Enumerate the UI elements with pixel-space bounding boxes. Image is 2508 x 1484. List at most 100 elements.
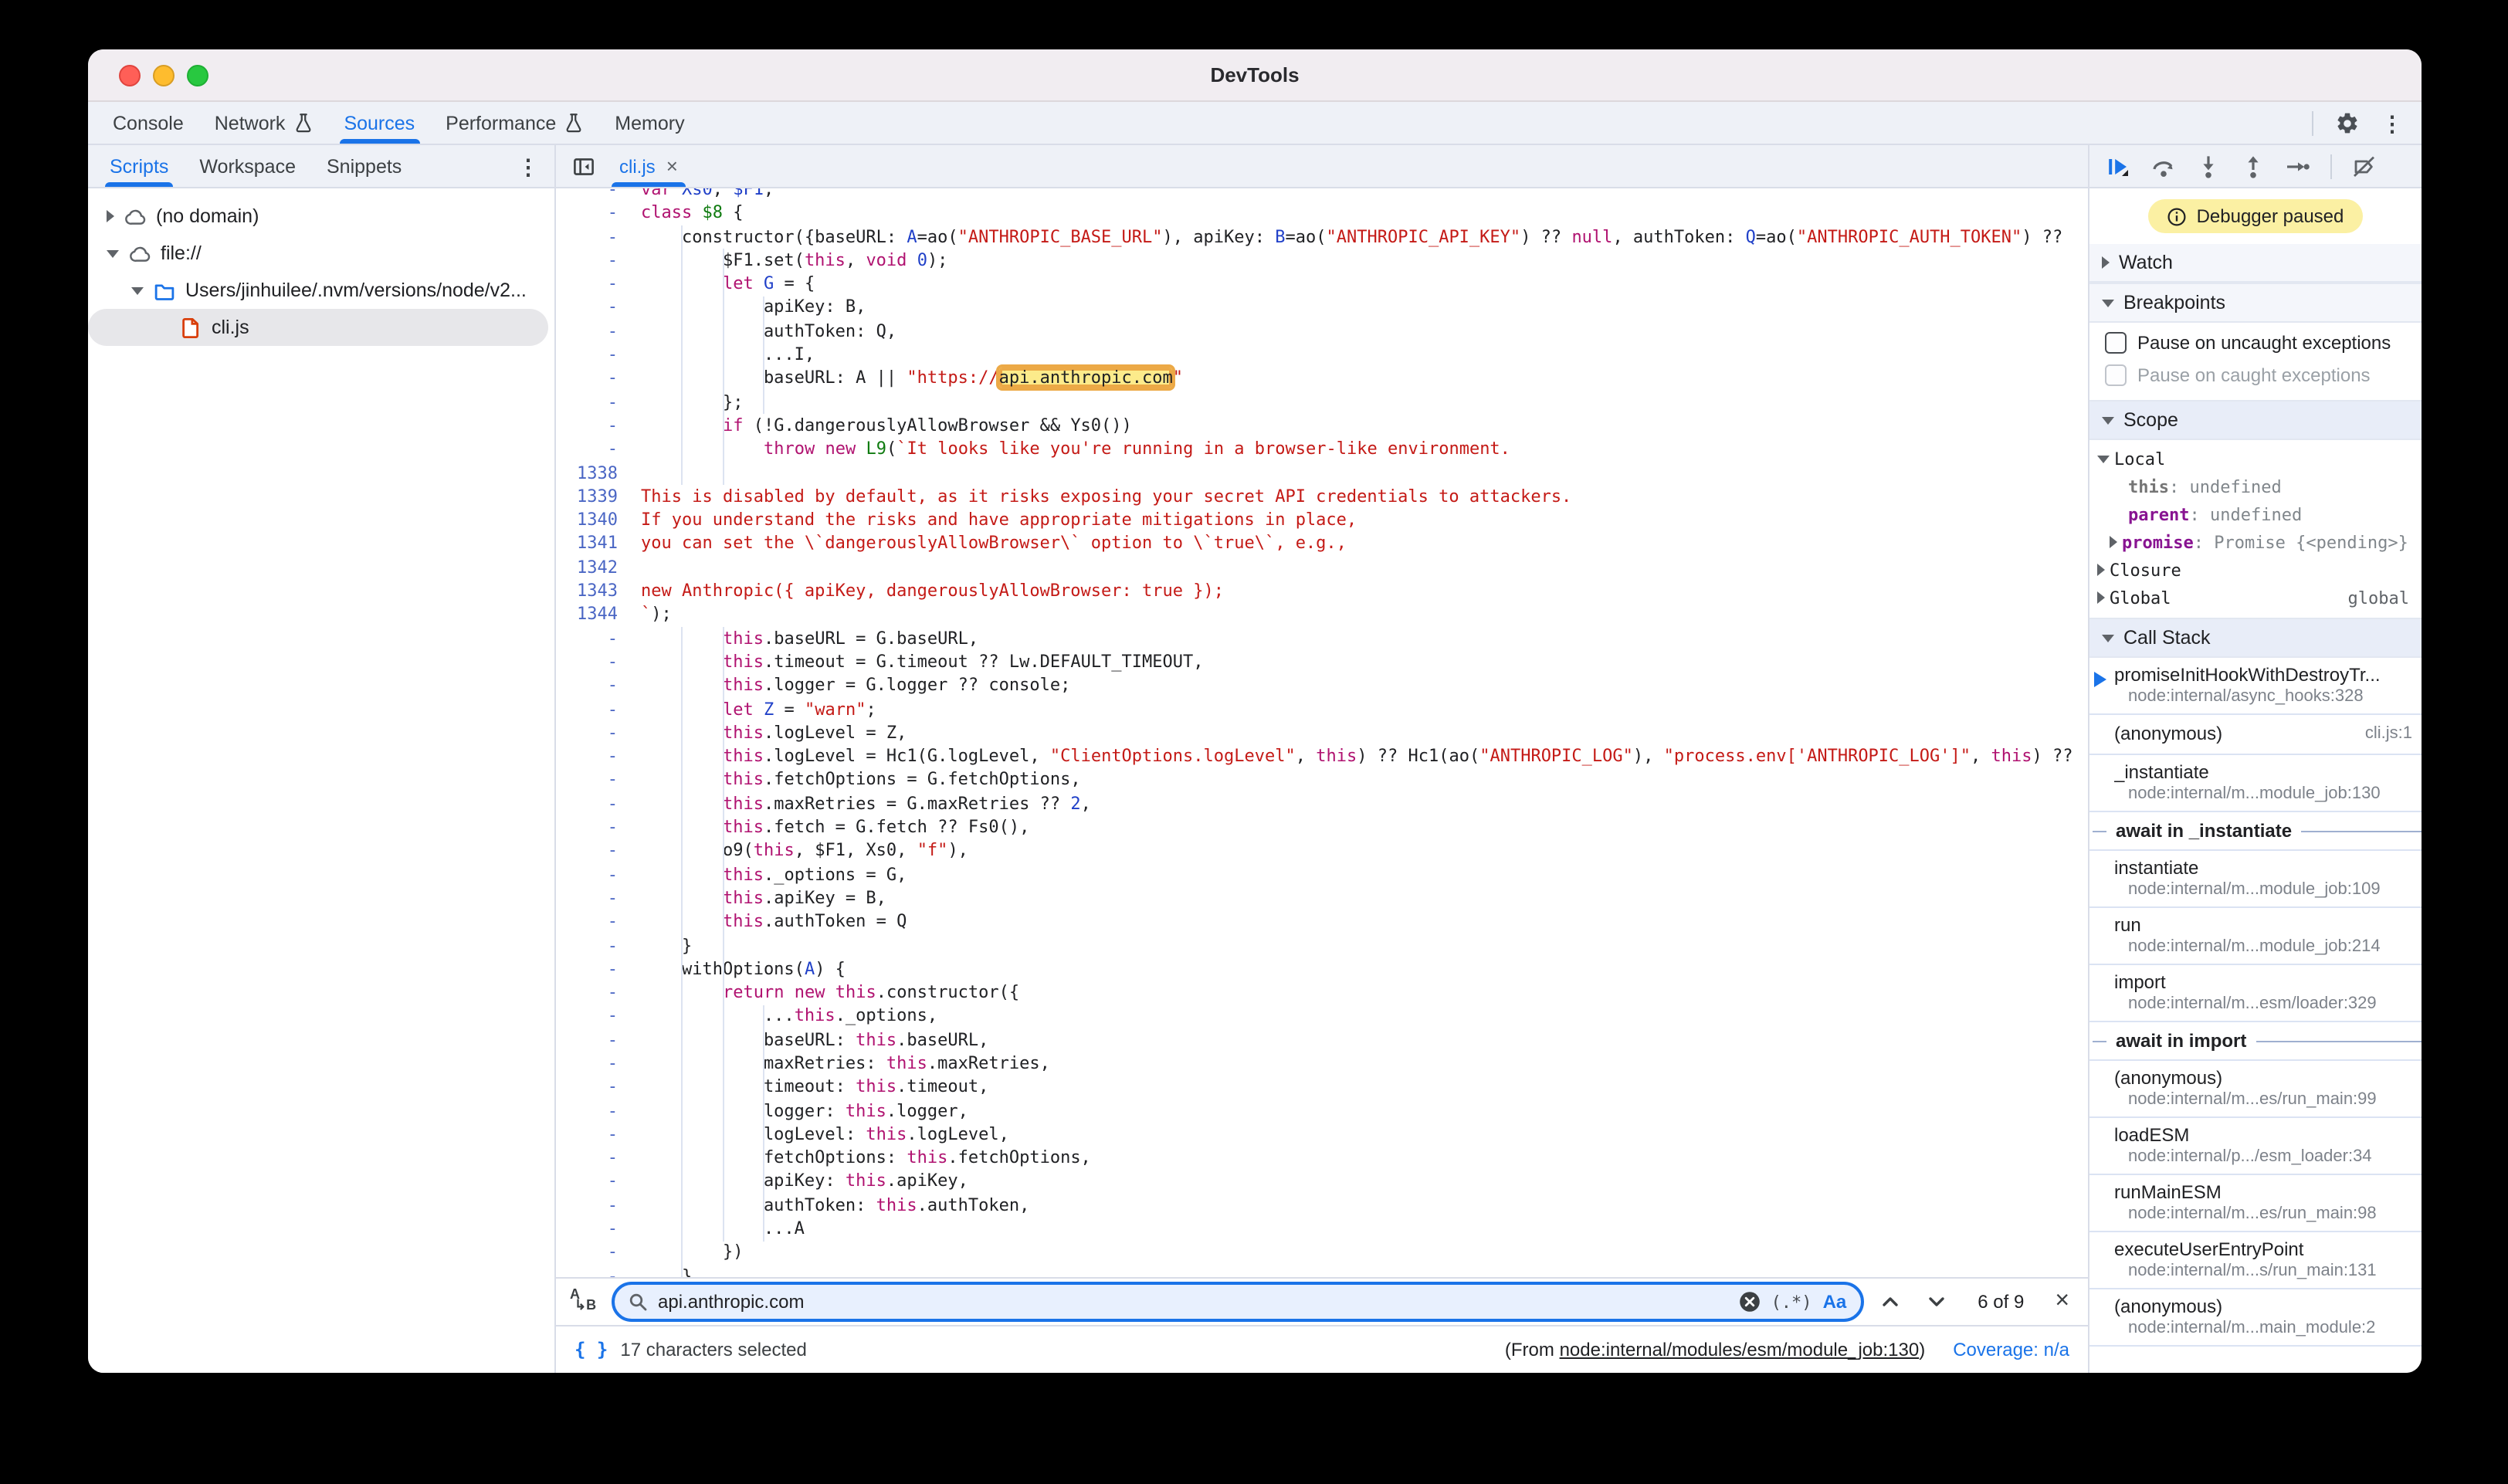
tab-scripts[interactable]: Scripts [94, 145, 184, 187]
code-line[interactable]: - $F1.set(this, void 0); [556, 249, 2088, 273]
navigator-more-icon[interactable]: ⋮ [517, 155, 539, 177]
line-gutter[interactable]: 1341 [556, 532, 618, 556]
scope-row[interactable]: Closure [2089, 556, 2422, 584]
section-watch[interactable]: Watch [2089, 244, 2422, 283]
line-gutter[interactable]: - [556, 438, 618, 462]
line-gutter[interactable]: - [556, 697, 618, 721]
code-line[interactable]: - timeout: this.timeout, [556, 1076, 2088, 1099]
line-gutter[interactable]: 1339 [556, 485, 618, 509]
code-line[interactable]: - throw new L9(`It looks like you're run… [556, 438, 2088, 462]
code-line[interactable]: - baseURL: this.baseURL, [556, 1028, 2088, 1052]
line-gutter[interactable]: - [556, 272, 618, 296]
tab-workspace[interactable]: Workspace [184, 145, 311, 187]
code-line[interactable]: - }) [556, 1241, 2088, 1265]
line-gutter[interactable]: - [556, 862, 618, 886]
scope-disclosure-icon[interactable] [2097, 455, 2110, 462]
source-origin-link[interactable]: node:internal/modules/esm/module_job:130 [1560, 1339, 1920, 1360]
deactivate-breakpoints-icon[interactable] [2352, 154, 2377, 178]
section-breakpoints[interactable]: Breakpoints [2089, 283, 2422, 323]
code-line[interactable]: - this.apiKey = B, [556, 886, 2088, 910]
line-gutter[interactable]: - [556, 1076, 618, 1099]
call-stack-frame[interactable]: importnode:internal/m...esm/loader:329 [2089, 965, 2422, 1022]
code-line[interactable]: - let G = { [556, 272, 2088, 296]
code-line[interactable]: 1340If you understand the risks and have… [556, 508, 2088, 532]
code-line[interactable]: - this.logLevel = Hc1(G.logLevel, "Clien… [556, 744, 2088, 768]
line-gutter[interactable]: - [556, 673, 618, 697]
line-gutter[interactable]: - [556, 1028, 618, 1052]
step-out-icon[interactable] [2241, 154, 2266, 178]
code-line[interactable]: - } [556, 933, 2088, 957]
code-line[interactable]: - }; [556, 390, 2088, 414]
pretty-print-icon[interactable]: { } [574, 1339, 608, 1360]
line-gutter[interactable]: - [556, 1217, 618, 1241]
line-gutter[interactable]: - [556, 791, 618, 815]
call-stack-frame[interactable]: loadESMnode:internal/p.../esm_loader:34 [2089, 1118, 2422, 1175]
tab-sources[interactable]: Sources [328, 102, 430, 144]
code-line[interactable]: - logger: this.logger, [556, 1099, 2088, 1123]
line-gutter[interactable]: 1340 [556, 508, 618, 532]
line-gutter[interactable]: - [556, 414, 618, 438]
code-line[interactable]: - this.maxRetries = G.maxRetries ?? 2, [556, 791, 2088, 815]
code-line[interactable]: - fetchOptions: this.fetchOptions, [556, 1146, 2088, 1170]
code-line[interactable]: - this.logLevel = Z, [556, 721, 2088, 745]
code-line[interactable]: 1339This is disabled by default, as it r… [556, 485, 2088, 509]
code-line[interactable]: - constructor({baseURL: A=ao("ANTHROPIC_… [556, 225, 2088, 249]
code-line[interactable]: - apiKey: B, [556, 296, 2088, 320]
line-gutter[interactable]: - [556, 188, 618, 202]
clear-search-icon[interactable] [1739, 1291, 1761, 1313]
scope-row[interactable]: parent: undefined [2089, 500, 2422, 528]
line-gutter[interactable]: - [556, 1146, 618, 1170]
code-line[interactable]: 1341you can set the \`dangerouslyAllowBr… [556, 532, 2088, 556]
code-line[interactable]: - apiKey: this.apiKey, [556, 1170, 2088, 1194]
line-gutter[interactable]: 1343 [556, 579, 618, 603]
code-line[interactable]: 1343new Anthropic({ apiKey, dangerouslyA… [556, 579, 2088, 603]
step-icon[interactable] [2286, 154, 2310, 178]
line-gutter[interactable]: - [556, 367, 618, 391]
gear-icon[interactable] [2335, 110, 2360, 135]
checkbox-icon[interactable] [2105, 331, 2127, 353]
replace-toggle-icon[interactable]: A↳B [568, 1288, 596, 1316]
scope-row[interactable]: promise: Promise {<pending>} [2089, 528, 2422, 556]
code-line[interactable]: - let Z = "warn"; [556, 697, 2088, 721]
line-gutter[interactable]: - [556, 721, 618, 745]
regex-toggle[interactable]: (.*) [1771, 1292, 1812, 1312]
pause-caught-exceptions-row[interactable]: Pause on caught exceptions [2089, 358, 2422, 391]
line-gutter[interactable]: - [556, 886, 618, 910]
code-line[interactable]: - ...A [556, 1217, 2088, 1241]
line-gutter[interactable]: - [556, 1194, 618, 1218]
pause-uncaught-exceptions-row[interactable]: Pause on uncaught exceptions [2089, 326, 2422, 358]
call-stack-frame[interactable]: _instantiatenode:internal/m...module_job… [2089, 755, 2422, 812]
code-line[interactable]: - this.authToken = Q [556, 910, 2088, 933]
code-line[interactable]: - this.timeout = G.timeout ?? Lw.DEFAULT… [556, 650, 2088, 674]
line-gutter[interactable]: - [556, 390, 618, 414]
code-line[interactable]: - this.baseURL = G.baseURL, [556, 626, 2088, 650]
code-line[interactable]: -class $8 { [556, 202, 2088, 225]
tab-snippets[interactable]: Snippets [311, 145, 417, 187]
code-line[interactable]: - ...this._options, [556, 1005, 2088, 1028]
code-line[interactable]: - this.logger = G.logger ?? console; [556, 673, 2088, 697]
resume-script-icon[interactable] [2106, 154, 2131, 178]
more-options-icon[interactable]: ⋮ [2381, 112, 2403, 134]
code-line[interactable]: 1338 [556, 461, 2088, 485]
line-gutter[interactable]: - [556, 910, 618, 933]
line-gutter[interactable]: - [556, 1170, 618, 1194]
tree-item[interactable]: Users/jinhuilee/.nvm/versions/node/v2... [88, 272, 554, 309]
line-gutter[interactable]: - [556, 1099, 618, 1123]
line-gutter[interactable]: - [556, 1005, 618, 1028]
call-stack-frame[interactable]: (anonymous)cli.js:1 [2089, 715, 2422, 755]
call-stack-frame[interactable]: runnode:internal/m...module_job:214 [2089, 908, 2422, 965]
line-gutter[interactable]: - [556, 225, 618, 249]
line-gutter[interactable]: - [556, 815, 618, 839]
call-stack-frame[interactable]: executeUserEntryPointnode:internal/m...s… [2089, 1232, 2422, 1289]
line-gutter[interactable]: - [556, 343, 618, 367]
tree-disclosure-icon[interactable] [131, 286, 144, 294]
scope-row[interactable]: this: undefined [2089, 473, 2422, 500]
line-gutter[interactable]: - [556, 1241, 618, 1265]
line-gutter[interactable]: 1338 [556, 461, 618, 485]
line-gutter[interactable]: - [556, 202, 618, 225]
code-line[interactable]: 1342 [556, 556, 2088, 580]
scope-disclosure-icon[interactable] [2097, 564, 2105, 576]
scope-row[interactable]: Local [2089, 445, 2422, 473]
tab-performance[interactable]: Performance [430, 102, 599, 144]
call-stack-frame[interactable]: runMainESMnode:internal/m...es/run_main:… [2089, 1175, 2422, 1232]
